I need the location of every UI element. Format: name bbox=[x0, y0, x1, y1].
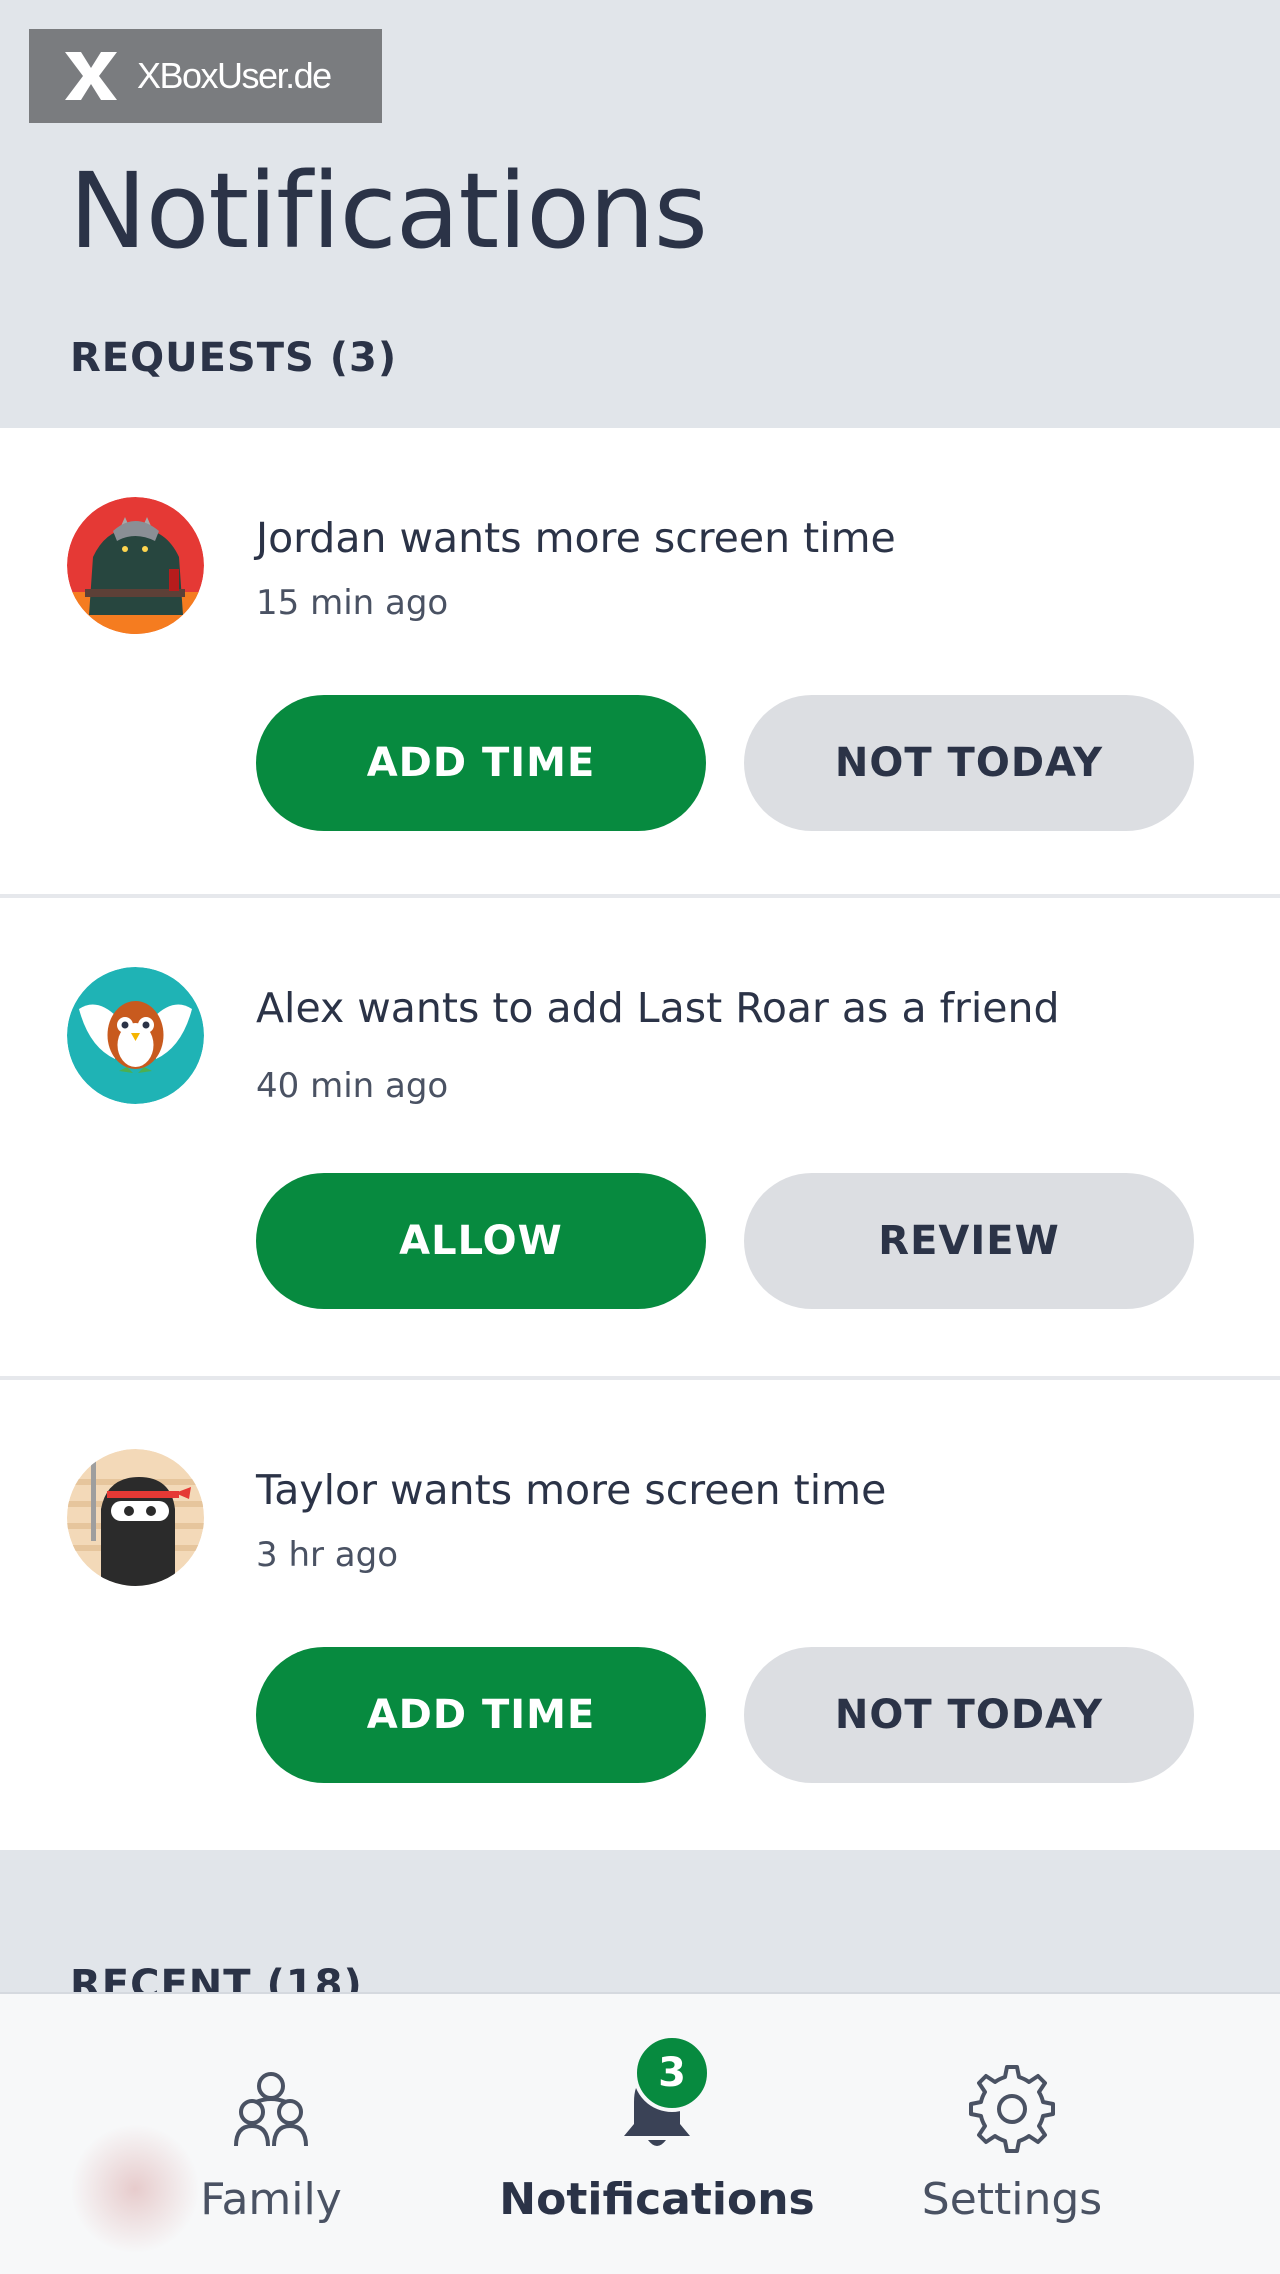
request-card: Jordan wants more screen time 15 min ago… bbox=[0, 428, 1280, 898]
nav-label-notifications: Notifications bbox=[499, 2174, 815, 2225]
request-text: Alex wants to add Last Roar as a friend bbox=[256, 984, 1060, 1032]
request-card: Alex wants to add Last Roar as a friend … bbox=[0, 898, 1280, 1380]
request-text: Taylor wants more screen time bbox=[256, 1466, 887, 1514]
review-button[interactable]: REVIEW bbox=[744, 1173, 1194, 1309]
add-time-button[interactable]: ADD TIME bbox=[256, 695, 706, 831]
add-time-button[interactable]: ADD TIME bbox=[256, 1647, 706, 1783]
not-today-button[interactable]: NOT TODAY bbox=[744, 1647, 1194, 1783]
ninja-avatar-icon bbox=[67, 1449, 204, 1586]
avatar bbox=[67, 497, 204, 634]
nav-item-settings[interactable]: Settings bbox=[862, 2064, 1162, 2254]
owl-avatar-icon bbox=[67, 967, 204, 1104]
notification-count-badge: 3 bbox=[633, 2034, 711, 2112]
nav-item-family[interactable]: Family bbox=[121, 2064, 421, 2254]
nav-label-family: Family bbox=[200, 2174, 342, 2225]
request-time: 40 min ago bbox=[256, 1066, 449, 1106]
xbox-logo-icon bbox=[65, 52, 117, 100]
request-text: Jordan wants more screen time bbox=[256, 514, 896, 562]
allow-button[interactable]: ALLOW bbox=[256, 1173, 706, 1309]
notifications-screen: XBoxUser.de Notifications REQUESTS (3) J… bbox=[0, 0, 1280, 2274]
nav-label-settings: Settings bbox=[921, 2174, 1103, 2225]
watermark: XBoxUser.de bbox=[29, 29, 382, 123]
requests-list: Jordan wants more screen time 15 min ago… bbox=[0, 428, 1280, 1850]
gear-icon bbox=[969, 2065, 1055, 2153]
request-card: Taylor wants more screen time 3 hr ago A… bbox=[0, 1380, 1280, 1850]
family-icon bbox=[234, 2072, 308, 2147]
monster-avatar-icon bbox=[67, 497, 204, 634]
page-title: Notifications bbox=[69, 150, 708, 272]
request-time: 15 min ago bbox=[256, 583, 449, 623]
bottom-navigation: Family Notifications Settings 3 bbox=[0, 1992, 1280, 2274]
requests-section-label: REQUESTS (3) bbox=[70, 335, 398, 381]
not-today-button[interactable]: NOT TODAY bbox=[744, 695, 1194, 831]
avatar bbox=[67, 1449, 204, 1586]
request-time: 3 hr ago bbox=[256, 1535, 398, 1575]
watermark-text: XBoxUser.de bbox=[137, 55, 332, 96]
avatar bbox=[67, 967, 204, 1104]
